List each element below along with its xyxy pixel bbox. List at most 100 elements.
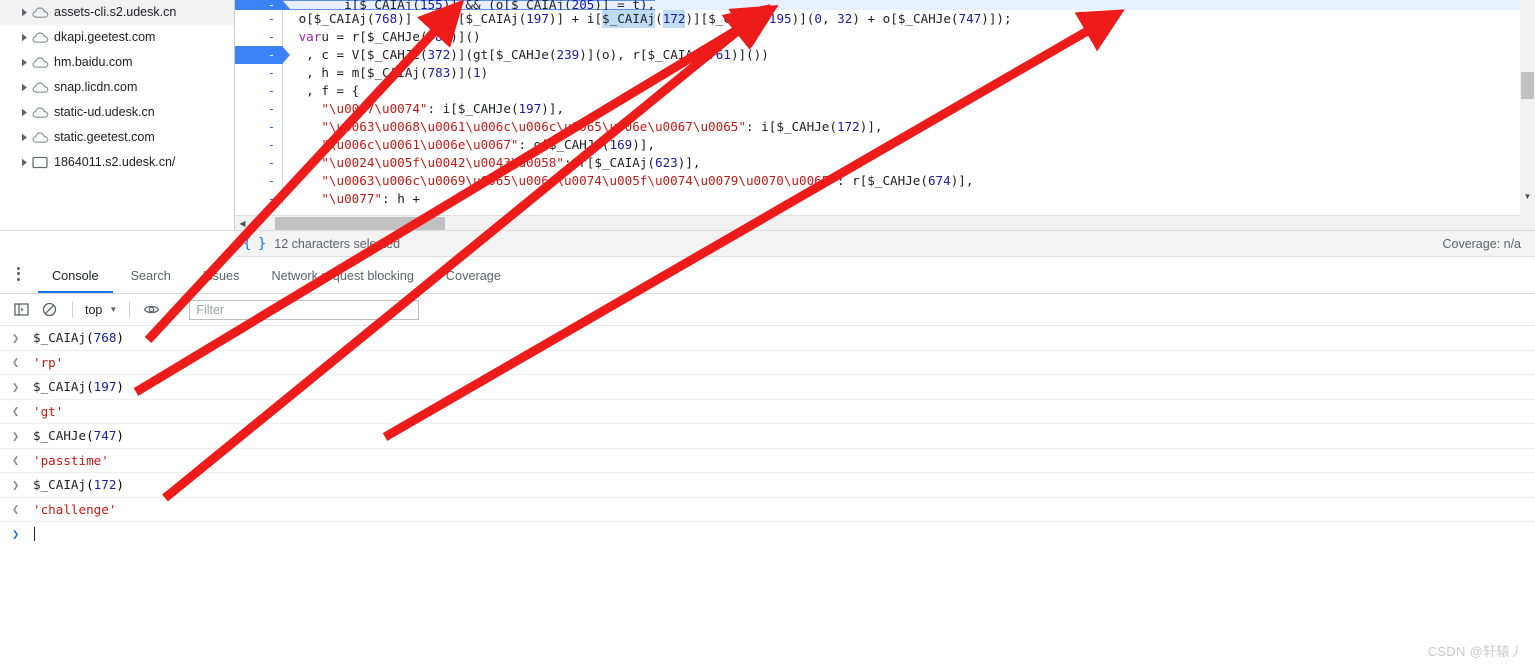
frame-icon: [31, 156, 49, 169]
kebab-menu-icon[interactable]: [0, 256, 36, 291]
line-gutter-11[interactable]: -: [235, 190, 283, 205]
navigator-file-tree[interactable]: assets-cli.s2.udesk.cn dkapi.geetest.com h…: [0, 0, 235, 230]
code-line-text: "\u006c\u0061\u006e\u0067": o[$_CAHJe(16…: [321, 137, 656, 152]
console-output-row[interactable]: ❮ 'gt': [0, 400, 1535, 424]
console-input-row[interactable]: ❯ $_CAHJe(747): [0, 424, 1535, 449]
drawer-tabbar: Console Search Issues Network request block…: [0, 258, 1535, 294]
tree-item-0[interactable]: assets-cli.s2.udesk.cn: [0, 0, 234, 25]
console-message-text: 'challenge': [33, 501, 117, 517]
drawer-tab-console[interactable]: Console: [36, 258, 115, 293]
show-console-sidebar-icon[interactable]: [8, 297, 34, 323]
clear-console-icon[interactable]: [36, 297, 62, 323]
gutter-marker: -: [267, 0, 275, 10]
toolbar-divider: [72, 301, 73, 318]
editor-vertical-scrollbar[interactable]: ▼: [1520, 0, 1535, 230]
tree-item-2[interactable]: hm.baidu.com: [0, 50, 234, 75]
horizontal-scroll-thumb[interactable]: [275, 217, 445, 230]
console-input-row[interactable]: ❯ $_CAIAj(172): [0, 473, 1535, 498]
cloud-icon: [31, 6, 49, 19]
code-line-3[interactable]: - , c = V[$_CAHJe(372)](gt[$_CAHJe(239)]…: [235, 46, 1520, 64]
code-line-text: "\u0063\u0068\u0061\u006c\u006c\u0065\u0…: [321, 119, 883, 134]
line-gutter-4[interactable]: -: [235, 64, 283, 82]
code-line-8[interactable]: - "\u006c\u0061\u006e\u0067": o[$_CAHJe(…: [235, 136, 1520, 154]
gutter-marker: -: [267, 12, 275, 26]
tree-item-1[interactable]: dkapi.geetest.com: [0, 25, 234, 50]
console-prompt[interactable]: ❯: [0, 522, 1535, 547]
scroll-down-arrow-icon[interactable]: ▼: [1520, 189, 1535, 204]
line-gutter-6[interactable]: -: [235, 100, 283, 118]
source-code-editor[interactable]: - i[$_CAIAj(155)] && (o[$_CAIAj(205)] = …: [235, 0, 1535, 230]
console-message-text: $_CAIAj(172): [33, 477, 125, 493]
tree-item-4[interactable]: static-ud.udesk.cn: [0, 100, 234, 125]
twisty-right-icon[interactable]: [18, 158, 30, 167]
code-line-9[interactable]: - "\u0024\u005f\u0042\u0043\u0058": r[$_…: [235, 154, 1520, 172]
tree-item-label: snap.licdn.com: [54, 80, 138, 95]
console-input-row[interactable]: ❯ $_CAIAj(768): [0, 326, 1535, 351]
code-line-11[interactable]: - "\u0077": h +: [235, 190, 1520, 205]
gutter-marker: -: [267, 30, 275, 44]
twisty-right-icon[interactable]: [18, 33, 30, 42]
gutter-marker: -: [267, 66, 275, 80]
code-line-0[interactable]: - i[$_CAIAj(155)] && (o[$_CAIAj(205)] = …: [235, 0, 1520, 10]
scroll-left-arrow-icon[interactable]: ◀: [235, 215, 250, 230]
drawer-tab-search[interactable]: Search: [115, 258, 187, 293]
code-line-7[interactable]: - "\u0063\u0068\u0061\u006c\u006c\u0065\…: [235, 118, 1520, 136]
twisty-right-icon[interactable]: [18, 83, 30, 92]
twisty-right-icon[interactable]: [18, 58, 30, 67]
line-gutter-9[interactable]: -: [235, 154, 283, 172]
console-filter-input[interactable]: Filter: [189, 299, 420, 320]
console-input-chevron-icon: ❯: [12, 379, 20, 394]
toolbar-divider-2: [129, 301, 131, 318]
tree-item-3[interactable]: snap.licdn.com: [0, 75, 234, 100]
console-output-row[interactable]: ❮ 'challenge': [0, 498, 1535, 522]
drawer-tab-coverage[interactable]: Coverage: [430, 258, 517, 293]
tree-item-label: dkapi.geetest.com: [54, 30, 156, 45]
editor-horizontal-scrollbar[interactable]: ◀: [235, 215, 1520, 230]
code-line-4[interactable]: - , h = m[$_CAIAj(783)](1): [235, 64, 1520, 82]
drawer-tab-label: Console: [52, 268, 99, 283]
code-line-6[interactable]: - "\u0067\u0074": i[$_CAHJe(197)],: [235, 100, 1520, 118]
drawer-tab-issues[interactable]: Issues: [187, 258, 256, 293]
line-gutter-1[interactable]: -: [235, 10, 283, 28]
execution-context-selector[interactable]: top ▼: [81, 303, 121, 317]
console-output-row[interactable]: ❮ 'passtime': [0, 449, 1535, 473]
tree-item-5[interactable]: static.geetest.com: [0, 125, 234, 150]
code-line-1[interactable]: - o[$_CAIAj(768)] = X(i[$_CAIAj(197)] + …: [235, 10, 1520, 28]
twisty-right-icon[interactable]: [18, 133, 30, 142]
curly-braces-icon[interactable]: { }: [243, 236, 266, 252]
code-scroll-area[interactable]: - i[$_CAIAj(155)] && (o[$_CAIAj(205)] = …: [235, 0, 1520, 205]
gutter-marker: -: [267, 48, 275, 62]
line-gutter-10[interactable]: -: [235, 172, 283, 190]
tree-item-label: 1864011.s2.udesk.cn/: [54, 155, 176, 170]
drawer-tab-label: Search: [130, 268, 171, 283]
line-gutter-8[interactable]: -: [235, 136, 283, 154]
line-gutter-2[interactable]: -: [235, 28, 283, 46]
console-output-row[interactable]: ❮ 'rp': [0, 351, 1535, 375]
drawer-tab-label: Issues: [202, 268, 240, 283]
gutter-marker: -: [267, 102, 275, 116]
code-line-10[interactable]: - "\u0063\u006c\u0069\u0065\u006e\u0074\…: [235, 172, 1520, 190]
selection-status: { } 12 characters selected: [235, 236, 400, 252]
console-input-chevron-icon: ❯: [12, 428, 20, 443]
twisty-right-icon[interactable]: [18, 108, 30, 117]
sources-panel: assets-cli.s2.udesk.cn dkapi.geetest.com h…: [0, 0, 1535, 230]
console-message-text: $_CAHJe(747): [33, 428, 125, 444]
code-line-2[interactable]: - var u = r[$_CAHJe(785)](): [235, 28, 1520, 46]
console-filter-placeholder: Filter: [196, 302, 225, 317]
line-gutter-0[interactable]: -: [235, 0, 290, 10]
tree-item-6[interactable]: 1864011.s2.udesk.cn/: [0, 150, 234, 175]
vertical-scroll-thumb[interactable]: [1521, 72, 1534, 99]
code-line-5[interactable]: - , f = {: [235, 82, 1520, 100]
live-expression-eye-icon[interactable]: [138, 297, 164, 323]
drawer-tab-network-request-blocking[interactable]: Network request blocking: [255, 258, 429, 293]
console-message-text: 'passtime': [33, 452, 109, 468]
console-output-list[interactable]: ❯ $_CAIAj(768) ❮ 'rp' ❯ $_CAIAj(197) ❮ 'gt' ❯ $_C…: [0, 326, 1535, 668]
line-gutter-5[interactable]: -: [235, 82, 283, 100]
line-gutter-3[interactable]: -: [235, 46, 290, 64]
console-input-row[interactable]: ❯ $_CAIAj(197): [0, 375, 1535, 400]
twisty-right-icon[interactable]: [18, 8, 30, 17]
chevron-down-icon: ▼: [109, 305, 118, 314]
gutter-marker: -: [267, 84, 275, 98]
line-gutter-7[interactable]: -: [235, 118, 283, 136]
tree-item-label: static.geetest.com: [54, 130, 155, 145]
